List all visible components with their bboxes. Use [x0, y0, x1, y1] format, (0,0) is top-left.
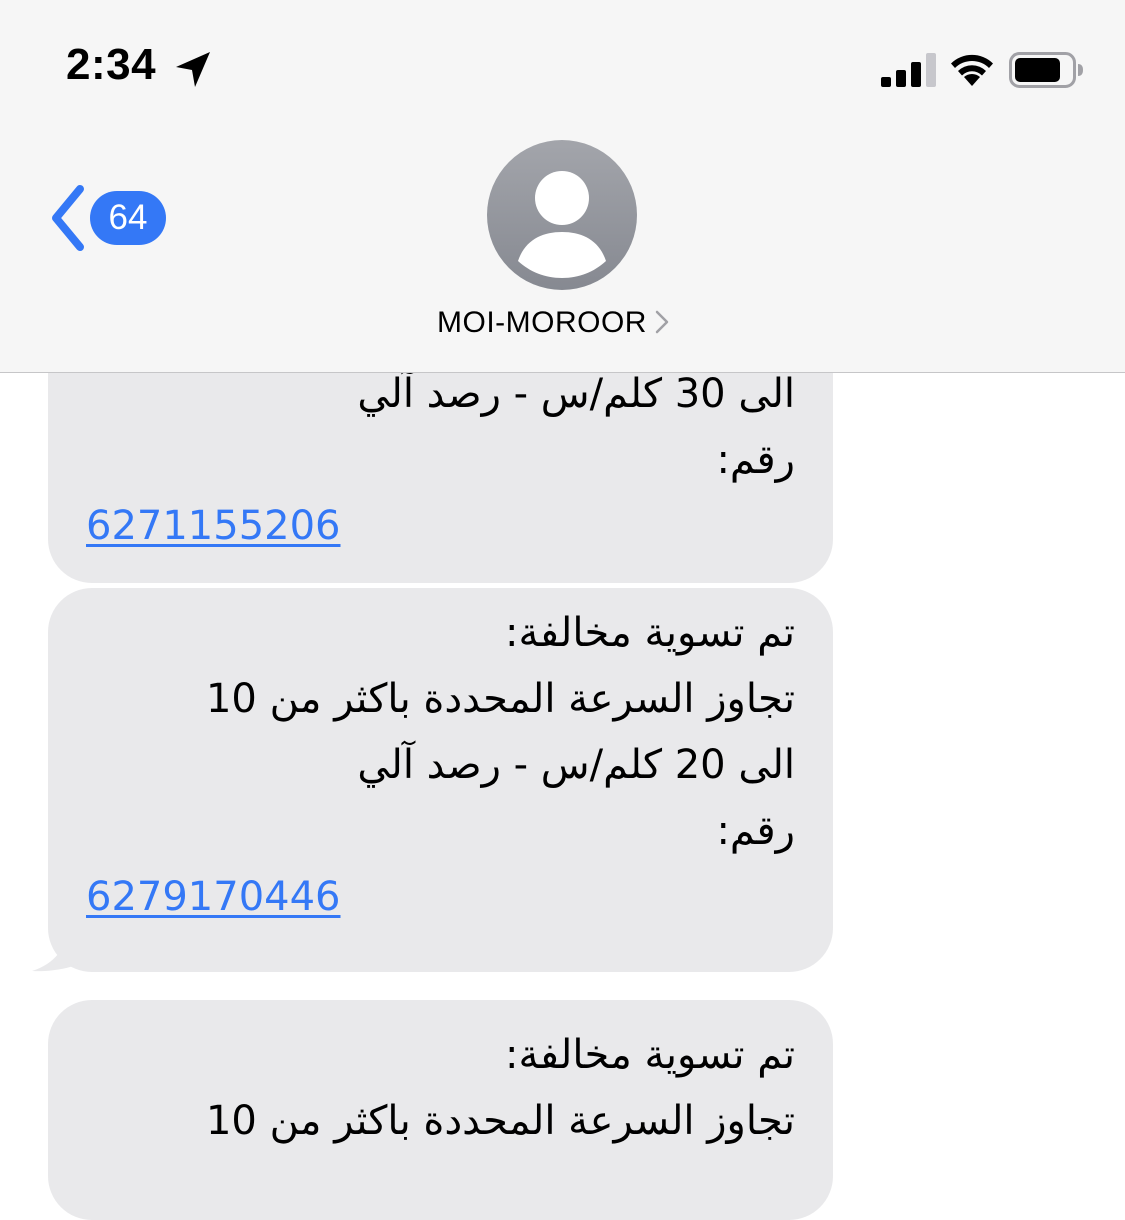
contact-name: MOI-MOROOR: [437, 306, 647, 339]
message-bubble[interactable]: تم تسوية مخالفة: تجاوز السرعة المحددة با…: [48, 1000, 833, 1220]
person-icon: [518, 171, 606, 278]
conversation-header: 2:34 64 MOI-MOROOR: [0, 0, 1125, 373]
cellular-signal-icon: [881, 53, 936, 87]
wifi-icon: [951, 54, 993, 86]
location-arrow-icon: [176, 52, 210, 87]
message-bubble[interactable]: تم تسوية مخالفة: تجاوز السرعة المحددة با…: [48, 588, 833, 972]
message-line: تجاوز السرعة المحددة باكثر من 10: [205, 1098, 795, 1144]
battery-icon: [1009, 52, 1083, 88]
bubble-tail: [32, 924, 90, 972]
chevron-left-icon: [52, 185, 84, 251]
unread-count-badge: 64: [90, 191, 166, 245]
chevron-right-icon: [655, 310, 669, 334]
message-line: تم تسوية مخالفة:: [504, 1032, 795, 1078]
violation-number-link[interactable]: 6271155206: [86, 493, 795, 559]
message-line: الى 20 كلم/س - رصد آلي: [357, 742, 795, 788]
message-line: رقم:: [716, 808, 795, 854]
contact-name-button[interactable]: MOI-MOROOR: [437, 306, 669, 340]
message-line: تجاوز السرعة المحددة باكثر من 10: [205, 676, 795, 722]
status-time: 2:34: [66, 40, 157, 89]
contact-avatar[interactable]: [487, 140, 637, 290]
message-line: تم تسوية مخالفة:: [504, 610, 795, 656]
violation-number-link[interactable]: 6279170446: [86, 864, 795, 930]
status-bar: 2:34: [0, 0, 1125, 140]
back-button[interactable]: 64: [46, 183, 176, 253]
message-line: رقم:: [716, 437, 795, 483]
